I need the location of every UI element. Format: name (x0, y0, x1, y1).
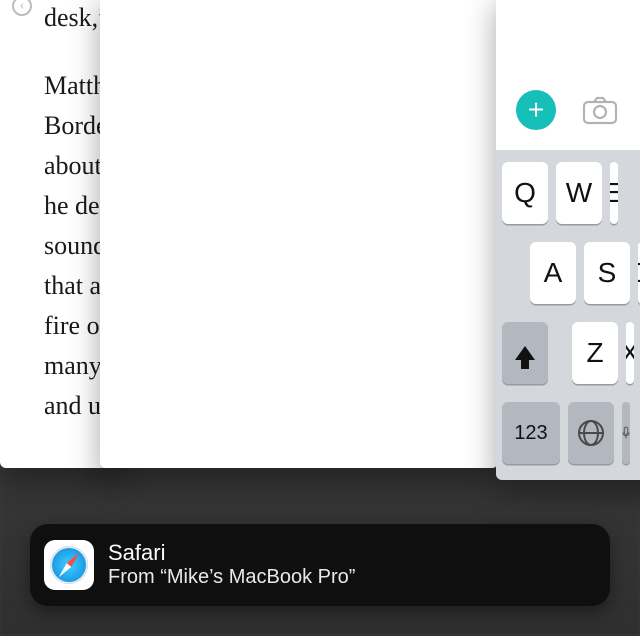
messaging-input-area: + (496, 0, 640, 150)
back-icon[interactable]: ‹ (12, 0, 32, 16)
key-q[interactable]: Q (502, 162, 548, 224)
key-e[interactable]: E (610, 162, 618, 224)
handoff-app-icon (44, 540, 94, 590)
keyboard: Q W E A S D Z X 123 (496, 150, 640, 480)
mic-icon (622, 419, 630, 447)
safari-icon (50, 546, 88, 584)
globe-icon (578, 420, 604, 446)
key-a[interactable]: A (530, 242, 576, 304)
key-numbers[interactable]: 123 (502, 402, 560, 464)
shift-icon (515, 346, 535, 360)
plus-icon: + (528, 94, 544, 126)
key-w[interactable]: W (556, 162, 602, 224)
key-mic[interactable] (622, 402, 630, 464)
key-s[interactable]: S (584, 242, 630, 304)
camera-button[interactable] (578, 90, 622, 130)
handoff-banner[interactable]: Safari From “Mike’s MacBook Pro” (30, 524, 610, 606)
messaging-app-card[interactable]: + Q W E A S D Z X 123 (496, 0, 640, 480)
key-z[interactable]: Z (572, 322, 618, 384)
key-x[interactable]: X (626, 322, 634, 384)
camera-icon (582, 95, 618, 125)
handoff-app-name: Safari (108, 541, 355, 565)
key-shift[interactable] (502, 322, 548, 384)
blank-app-card[interactable] (100, 0, 498, 468)
key-globe[interactable] (568, 402, 614, 464)
add-button[interactable]: + (516, 90, 556, 130)
handoff-subtitle: From “Mike’s MacBook Pro” (108, 566, 355, 589)
handoff-text: Safari From “Mike’s MacBook Pro” (108, 541, 355, 588)
